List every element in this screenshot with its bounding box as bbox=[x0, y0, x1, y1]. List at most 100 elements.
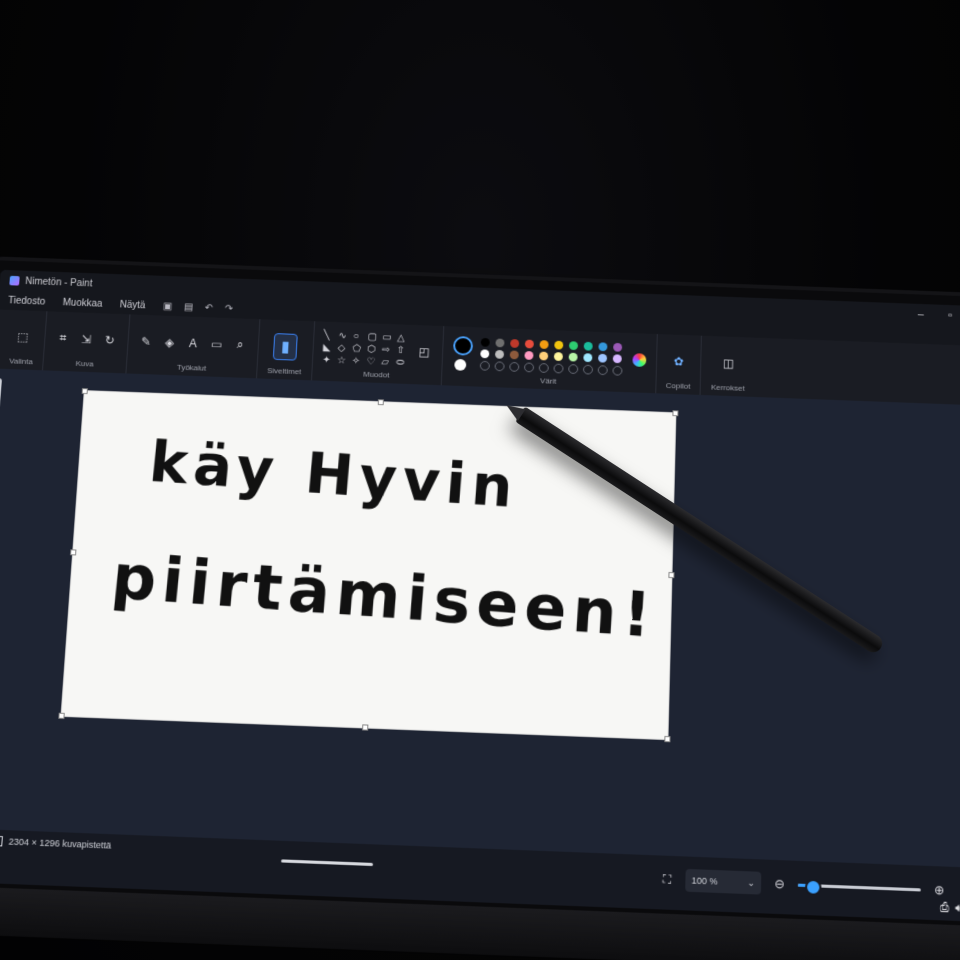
color-swatch[interactable] bbox=[524, 350, 534, 360]
zoom-dropdown[interactable]: 100 % ⌄ bbox=[685, 868, 762, 895]
color-swatch[interactable] bbox=[553, 340, 563, 350]
resize-handle-right[interactable] bbox=[668, 572, 675, 579]
magnifier-icon[interactable]: ⌕ bbox=[232, 337, 249, 353]
group-image: ⌗ ⇲ ↻ Kuva bbox=[42, 311, 131, 374]
custom-color-slot[interactable] bbox=[508, 361, 519, 372]
zoom-slider[interactable] bbox=[797, 878, 921, 896]
color-swatch[interactable] bbox=[568, 352, 578, 362]
custom-color-slot[interactable] bbox=[597, 364, 608, 375]
zoom-out-icon[interactable]: ⊖ bbox=[771, 875, 788, 892]
quick-access: ▣ ▤ ↶ ↷ bbox=[163, 301, 234, 314]
color-swatch[interactable] bbox=[612, 342, 622, 352]
handwriting-line-1: käy Hyvin bbox=[146, 429, 520, 521]
resize-handle-bl[interactable] bbox=[58, 712, 65, 719]
group-colors: Värit bbox=[441, 326, 658, 394]
home-indicator[interactable] bbox=[281, 859, 374, 867]
color-swatch[interactable] bbox=[539, 339, 549, 349]
resize-icon[interactable]: ⇲ bbox=[78, 331, 95, 347]
custom-color-slot[interactable] bbox=[494, 360, 505, 371]
color-swatch[interactable] bbox=[568, 340, 578, 350]
resize-handle-br[interactable] bbox=[664, 735, 671, 743]
color-swatch[interactable] bbox=[495, 338, 505, 347]
color-swatch[interactable] bbox=[597, 341, 608, 351]
handwriting-line-2: piirtämiseen! bbox=[109, 541, 660, 652]
custom-color-slot[interactable] bbox=[523, 361, 534, 372]
primary-color[interactable] bbox=[452, 335, 473, 356]
paint-app-icon bbox=[9, 275, 20, 286]
group-selection: ⬚ Valinta bbox=[0, 309, 48, 371]
handwriting-layer: käy Hyvin piirtämiseen! bbox=[109, 429, 660, 652]
color-swatch[interactable] bbox=[612, 353, 622, 363]
layers-icon[interactable]: ◫ bbox=[720, 355, 736, 371]
eraser-icon[interactable]: ▭ bbox=[208, 336, 225, 352]
drawing-canvas[interactable]: käy Hyvin piirtämiseen! bbox=[58, 388, 679, 743]
resize-handle-tr[interactable] bbox=[672, 410, 679, 417]
custom-color-slot[interactable] bbox=[611, 365, 623, 376]
resize-handle-top[interactable] bbox=[377, 399, 384, 406]
custom-color-slot[interactable] bbox=[538, 362, 549, 373]
rotate-icon[interactable]: ↻ bbox=[102, 332, 119, 348]
text-icon[interactable]: A bbox=[185, 335, 202, 351]
save-icon[interactable]: ▣ bbox=[163, 301, 173, 312]
color-swatch[interactable] bbox=[524, 339, 534, 348]
resize-handle-tl[interactable] bbox=[81, 388, 88, 395]
secondary-color[interactable] bbox=[453, 358, 467, 371]
share-icon[interactable]: ▤ bbox=[184, 302, 194, 313]
custom-color-slot[interactable] bbox=[567, 363, 578, 374]
brush-icon[interactable]: ▮ bbox=[273, 332, 299, 361]
zoom-slider-knob[interactable] bbox=[805, 878, 822, 896]
color-swatch[interactable] bbox=[538, 351, 548, 360]
canvas-size-text: 2304 × 1296 kuvapistettä bbox=[8, 836, 112, 851]
edit-colors-icon[interactable] bbox=[631, 352, 647, 367]
copilot-icon[interactable]: ✿ bbox=[671, 353, 687, 369]
color-swatch[interactable] bbox=[509, 338, 519, 348]
crop-icon[interactable]: ⌗ bbox=[55, 330, 72, 346]
color-swatch[interactable] bbox=[494, 349, 504, 359]
menu-edit[interactable]: Muokkaa bbox=[62, 297, 102, 309]
group-label-selection: Valinta bbox=[8, 356, 34, 367]
side-panel-tab[interactable] bbox=[0, 378, 3, 412]
color-swatch[interactable] bbox=[553, 351, 563, 361]
group-label-shapes: Muodot bbox=[362, 369, 390, 380]
pencil-icon[interactable]: ✎ bbox=[138, 333, 155, 349]
chevron-down-icon: ⌄ bbox=[747, 876, 756, 888]
fit-to-window-icon[interactable]: ⛶ bbox=[659, 871, 676, 888]
maximize-button[interactable]: ▫ bbox=[935, 309, 960, 322]
group-label-tools: Työkalut bbox=[176, 362, 207, 373]
select-rect-icon[interactable]: ⬚ bbox=[14, 329, 31, 345]
redo-icon[interactable]: ↷ bbox=[224, 303, 233, 314]
zoom-in-icon[interactable]: ⊕ bbox=[931, 882, 947, 899]
color-swatch[interactable] bbox=[509, 349, 519, 359]
resize-handle-bottom[interactable] bbox=[362, 724, 369, 731]
minimize-button[interactable]: – bbox=[906, 308, 935, 321]
group-layers: ◫ Kerrokset bbox=[701, 336, 756, 397]
current-colors bbox=[452, 335, 473, 371]
canvas-workspace: käy Hyvin piirtämiseen! bbox=[0, 368, 960, 869]
custom-color-slot[interactable] bbox=[479, 360, 490, 371]
window-title: Nimetön - Paint bbox=[24, 275, 93, 289]
color-swatch[interactable] bbox=[583, 341, 593, 351]
volume-icon[interactable]: 🔊︎ bbox=[955, 902, 960, 916]
group-shapes: ╲ ∿ ○ ▢ ▭ △ ◣ ◇ ⬠ ⬡ ⇨ ⇧ ✦ ☆ ✧ ♡ ▱ ⬭ ◰ Muodot bbox=[311, 321, 444, 386]
menu-file[interactable]: Tiedosto bbox=[8, 295, 46, 307]
shapes-gallery[interactable]: ╲ ∿ ○ ▢ ▭ △ ◣ ◇ ⬠ ⬡ ⇨ ⇧ ✦ ☆ ✧ ♡ ▱ ⬭ bbox=[322, 330, 409, 368]
photo-scene: Nimetön - Paint – ▫ × Tiedosto Muokkaa N… bbox=[0, 0, 960, 960]
group-label-brushes: Siveltimet bbox=[266, 366, 302, 377]
color-swatch[interactable] bbox=[479, 348, 490, 358]
custom-color-slot[interactable] bbox=[553, 363, 564, 374]
color-palette bbox=[479, 337, 624, 376]
color-swatch[interactable] bbox=[597, 353, 607, 363]
network-icon[interactable]: ⎙ bbox=[940, 902, 949, 916]
group-brushes: ▮ Siveltimet bbox=[256, 319, 315, 381]
zoom-controls: ⛶ 100 % ⌄ ⊖ ⊕ bbox=[659, 868, 948, 902]
group-label-colors: Värit bbox=[540, 376, 557, 386]
fill-icon[interactable]: ◈ bbox=[161, 334, 178, 350]
resize-handle-left[interactable] bbox=[70, 549, 77, 556]
color-swatch[interactable] bbox=[480, 337, 490, 347]
zoom-value: 100 % bbox=[691, 875, 718, 887]
custom-color-slot[interactable] bbox=[582, 364, 593, 375]
color-swatch[interactable] bbox=[582, 352, 593, 362]
shape-outline-icon[interactable]: ◰ bbox=[416, 344, 432, 360]
menu-view[interactable]: Näytä bbox=[120, 299, 146, 310]
undo-icon[interactable]: ↶ bbox=[205, 302, 214, 313]
